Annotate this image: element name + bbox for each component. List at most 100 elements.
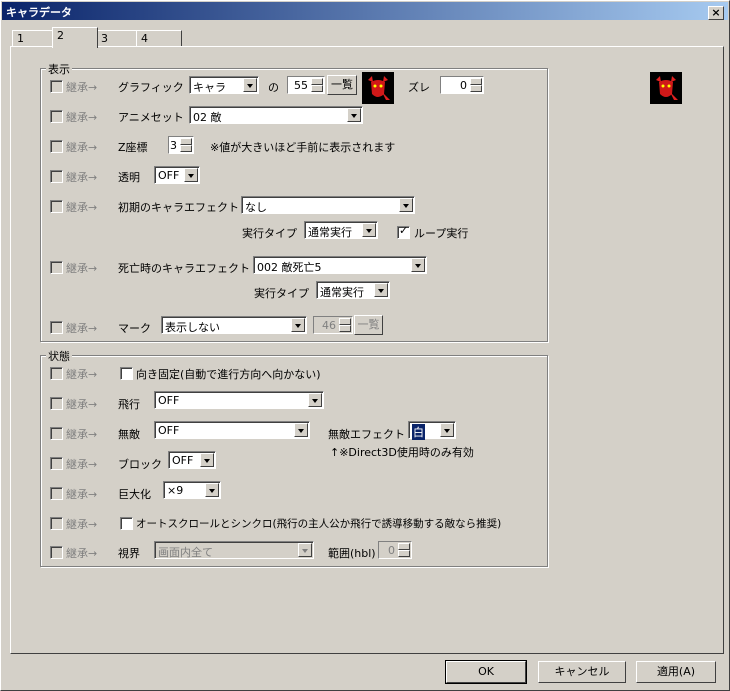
apply-button[interactable]: 適用(A): [636, 661, 716, 683]
state-group-label: 状態: [46, 348, 72, 364]
chevron-down-icon: [294, 423, 308, 437]
invincible-effect-label: 無敵エフェクト: [328, 428, 405, 441]
spin-up-icon[interactable]: [339, 318, 351, 325]
chevron-down-icon: [184, 168, 198, 182]
range-value: 0: [388, 544, 395, 557]
check-icon: ✓: [399, 224, 409, 237]
mark-label: マーク: [118, 322, 151, 335]
chevron-down-icon: [298, 543, 312, 557]
init-effect-value: なし: [245, 201, 267, 214]
spin-up-icon[interactable]: [398, 543, 410, 550]
graphic-type-select[interactable]: キャラ: [189, 76, 259, 94]
invincible-effect-select[interactable]: 白: [408, 421, 456, 440]
inherit-transparent-checkbox[interactable]: [50, 170, 63, 183]
block-select[interactable]: OFF: [168, 451, 216, 469]
death-effect-select[interactable]: 002 敵死亡5: [253, 256, 427, 274]
inherit-view-checkbox[interactable]: [50, 546, 63, 559]
inherit-z-checkbox[interactable]: [50, 140, 63, 153]
mark-value: 表示しない: [165, 321, 220, 334]
mark-list-button[interactable]: 一覧: [354, 315, 383, 335]
inherit-fly-checkbox[interactable]: [50, 397, 63, 410]
inherit-label: 継承→: [66, 428, 98, 441]
spin-up-icon[interactable]: [311, 78, 323, 85]
inherit-label: 継承→: [66, 398, 98, 411]
title-bar[interactable]: キャラデータ ×: [2, 2, 728, 20]
spin-down-icon[interactable]: [180, 145, 192, 152]
loop-exec-checkbox[interactable]: ✓: [397, 224, 410, 239]
dir-fix-checkbox[interactable]: [120, 367, 133, 380]
transparent-select[interactable]: OFF: [154, 166, 200, 184]
exec-type2-value: 通常実行: [320, 286, 364, 299]
invincible-effect-value: 白: [412, 424, 425, 440]
display-group-label: 表示: [46, 61, 72, 77]
inherit-invincible-checkbox[interactable]: [50, 427, 63, 440]
mark-select[interactable]: 表示しない: [161, 316, 307, 334]
spin-down-icon[interactable]: [311, 85, 323, 92]
invincible-note: ↑※Direct3D使用時のみ有効: [330, 446, 474, 459]
graphic-type-value: キャラ: [193, 81, 226, 94]
spin-up-icon[interactable]: [470, 78, 482, 85]
inherit-init-effect-checkbox[interactable]: [50, 200, 63, 213]
chevron-down-icon: [362, 223, 376, 237]
close-button[interactable]: ×: [708, 6, 724, 20]
chevron-down-icon: [347, 108, 361, 122]
exec-type-select[interactable]: 通常実行: [304, 221, 378, 239]
autoscroll-checkbox[interactable]: [120, 517, 133, 530]
graphic-label: グラフィック: [118, 81, 184, 94]
z-coord-spinner[interactable]: 3: [168, 136, 194, 154]
spin-up-icon[interactable]: [180, 138, 192, 145]
spin-down-icon[interactable]: [398, 550, 410, 557]
exec-type-label: 実行タイプ: [242, 227, 297, 240]
chevron-down-icon: [374, 283, 388, 297]
range-spinner[interactable]: 0: [378, 541, 412, 559]
cancel-button[interactable]: キャンセル: [538, 661, 626, 683]
invincible-select[interactable]: OFF: [154, 421, 310, 439]
offset-spinner[interactable]: 0: [440, 76, 484, 94]
window-title: キャラデータ: [6, 6, 72, 19]
inherit-death-effect-checkbox[interactable]: [50, 261, 63, 274]
init-effect-label: 初期のキャラエフェクト: [118, 201, 239, 214]
dir-fix-label: 向き固定(自動で進行方向へ向かない): [136, 368, 321, 381]
state-group: [40, 355, 548, 567]
tab-3[interactable]: 3: [96, 30, 138, 47]
invincible-value: OFF: [158, 424, 180, 437]
inherit-block-checkbox[interactable]: [50, 457, 63, 470]
inherit-label: 継承→: [66, 262, 98, 275]
z-coord-note: ※値が大きいほど手前に表示されます: [210, 141, 396, 154]
inherit-autoscroll-checkbox[interactable]: [50, 517, 63, 530]
fly-select[interactable]: OFF: [154, 391, 324, 409]
mark-number-spinner[interactable]: 46: [313, 316, 353, 334]
z-coord-label: Z座標: [118, 141, 148, 154]
inherit-dir-fix-checkbox[interactable]: [50, 367, 63, 380]
tab-4[interactable]: 4: [136, 30, 182, 47]
offset-value: 0: [460, 79, 467, 92]
giant-select[interactable]: ×9: [163, 481, 221, 499]
inherit-giant-checkbox[interactable]: [50, 487, 63, 500]
tab-2[interactable]: 2: [52, 27, 98, 48]
view-select[interactable]: 画面内全て: [154, 541, 314, 559]
ok-button[interactable]: OK: [445, 660, 527, 684]
graphic-list-button[interactable]: 一覧: [327, 75, 357, 95]
view-value: 画面内全て: [158, 546, 213, 559]
inherit-label: 継承→: [66, 201, 98, 214]
block-value: OFF: [172, 454, 194, 467]
init-effect-select[interactable]: なし: [241, 196, 415, 214]
inherit-anim-checkbox[interactable]: [50, 110, 63, 123]
inherit-graphic-checkbox[interactable]: [50, 80, 63, 93]
preview-sprite-icon: [650, 72, 682, 104]
chevron-down-icon: [399, 198, 413, 212]
tab-1[interactable]: 1: [12, 30, 54, 47]
anim-set-select[interactable]: 02 敵: [189, 106, 363, 124]
autoscroll-label: オートスクロールとシンクロ(飛行の主人公か飛行で誘導移動する敵なら推奨): [136, 518, 502, 530]
inherit-label: 継承→: [66, 488, 98, 501]
spin-down-icon[interactable]: [339, 325, 351, 332]
inherit-mark-checkbox[interactable]: [50, 321, 63, 334]
graphic-number-spinner[interactable]: 55: [287, 76, 325, 94]
death-effect-label: 死亡時のキャラエフェクト: [118, 262, 250, 275]
spin-down-icon[interactable]: [470, 85, 482, 92]
chevron-down-icon: [291, 318, 305, 332]
exec-type2-select[interactable]: 通常実行: [316, 281, 390, 299]
inherit-label: 継承→: [66, 518, 98, 531]
chevron-down-icon: [243, 78, 257, 92]
chevron-down-icon: [440, 423, 454, 437]
